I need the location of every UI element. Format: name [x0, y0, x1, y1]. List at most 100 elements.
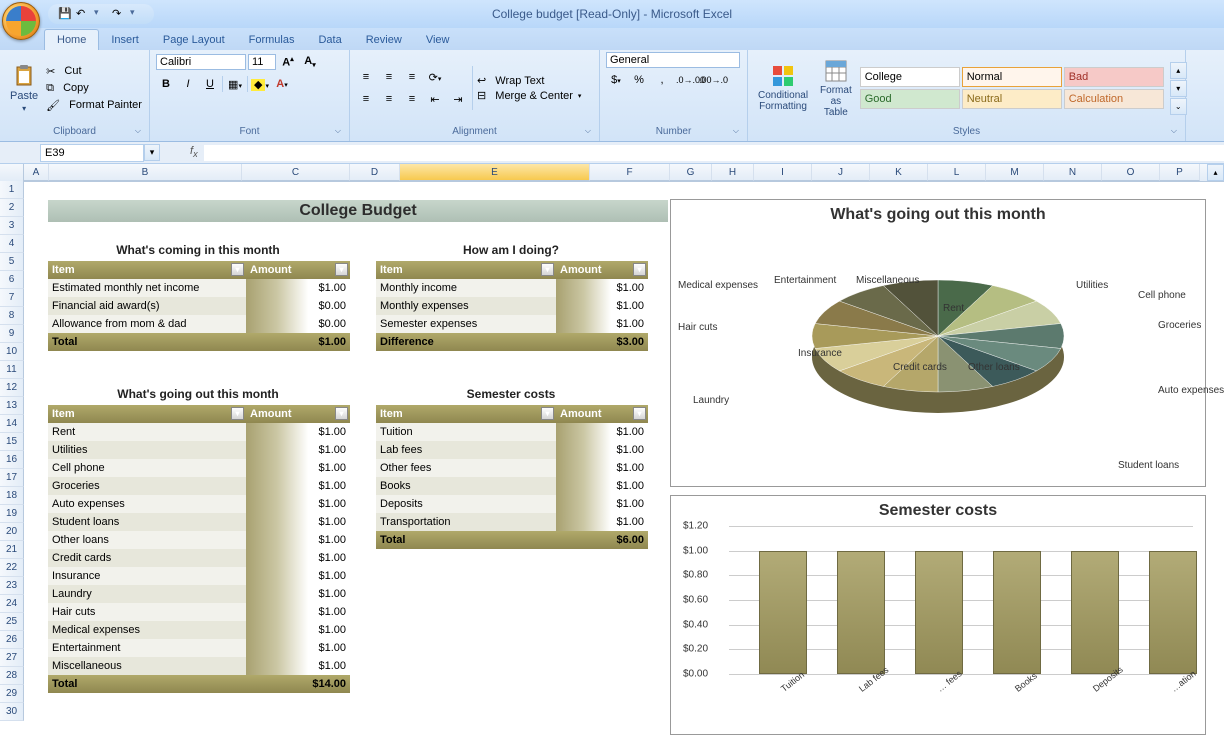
- align-top-button[interactable]: ≡: [356, 67, 376, 87]
- tab-insert[interactable]: Insert: [99, 30, 151, 50]
- row-header-11[interactable]: 11: [0, 361, 24, 379]
- table-cell-amount[interactable]: $1.00: [246, 621, 350, 639]
- table-cell-amount[interactable]: $1.00: [246, 639, 350, 657]
- style-calculation[interactable]: Calculation: [1064, 89, 1164, 109]
- font-color-button[interactable]: A▾: [272, 74, 292, 94]
- cell-styles-gallery[interactable]: CollegeNormalBadGoodNeutralCalculation: [860, 67, 1164, 109]
- tab-view[interactable]: View: [414, 30, 462, 50]
- table-cell-amount[interactable]: $1.00: [556, 459, 648, 477]
- table-cell-amount[interactable]: $1.00: [556, 513, 648, 531]
- table-cell[interactable]: Monthly expenses: [376, 297, 556, 315]
- col-header-B[interactable]: B: [49, 164, 242, 181]
- tab-home[interactable]: Home: [44, 29, 99, 50]
- total-amount[interactable]: $3.00: [556, 333, 648, 351]
- table-cell[interactable]: Books: [376, 477, 556, 495]
- row-header-9[interactable]: 9: [0, 325, 24, 343]
- table-cell[interactable]: Other loans: [48, 531, 246, 549]
- table-cell-amount[interactable]: $1.00: [246, 585, 350, 603]
- decrease-indent-button[interactable]: ⇤: [425, 89, 445, 109]
- row-header-16[interactable]: 16: [0, 451, 24, 469]
- table-cell-amount[interactable]: $1.00: [556, 477, 648, 495]
- row-header-25[interactable]: 25: [0, 613, 24, 631]
- align-bottom-button[interactable]: ≡: [402, 67, 422, 87]
- row-header-19[interactable]: 19: [0, 505, 24, 523]
- col-header-amount[interactable]: Amount▾: [246, 405, 350, 423]
- table-cell-amount[interactable]: $1.00: [246, 279, 350, 297]
- tab-formulas[interactable]: Formulas: [237, 30, 307, 50]
- col-header-item[interactable]: Item▾: [376, 405, 556, 423]
- tab-page-layout[interactable]: Page Layout: [151, 30, 237, 50]
- row-header-18[interactable]: 18: [0, 487, 24, 505]
- grow-font-button[interactable]: A▴: [278, 52, 298, 72]
- table-cell[interactable]: Medical expenses: [48, 621, 246, 639]
- conditional-formatting-button[interactable]: Conditional Formatting: [754, 62, 812, 114]
- col-header-D[interactable]: D: [350, 164, 400, 181]
- name-box[interactable]: [40, 144, 144, 162]
- total-label[interactable]: Total: [48, 675, 246, 693]
- table-cell[interactable]: Student loans: [48, 513, 246, 531]
- filter-dropdown-icon[interactable]: ▾: [541, 407, 554, 420]
- qat-customize[interactable]: ▾: [130, 7, 144, 21]
- table-cell[interactable]: Financial aid award(s): [48, 297, 246, 315]
- row-header-26[interactable]: 26: [0, 631, 24, 649]
- formula-input[interactable]: [204, 145, 1224, 161]
- table-cell[interactable]: Miscellaneous: [48, 657, 246, 675]
- table-cell-amount[interactable]: $1.00: [246, 459, 350, 477]
- table-cell-amount[interactable]: $1.00: [556, 441, 648, 459]
- row-header-4[interactable]: 4: [0, 235, 24, 253]
- col-header-K[interactable]: K: [870, 164, 928, 181]
- table-cell[interactable]: Transportation: [376, 513, 556, 531]
- name-box-dropdown[interactable]: ▾: [144, 144, 160, 161]
- shrink-font-button[interactable]: A▾: [300, 52, 320, 72]
- col-header-G[interactable]: G: [670, 164, 712, 181]
- undo-icon[interactable]: ↶: [76, 7, 90, 21]
- table-cell[interactable]: Monthly income: [376, 279, 556, 297]
- cut-button[interactable]: ✂ Cut: [46, 65, 142, 78]
- row-header-21[interactable]: 21: [0, 541, 24, 559]
- total-amount[interactable]: $6.00: [556, 531, 648, 549]
- style-college[interactable]: College: [860, 67, 960, 87]
- vertical-scrollbar[interactable]: ▴: [1207, 164, 1224, 181]
- table-cell[interactable]: Laundry: [48, 585, 246, 603]
- table-cell-amount[interactable]: $1.00: [556, 297, 648, 315]
- row-header-27[interactable]: 27: [0, 649, 24, 667]
- align-center-button[interactable]: ≡: [379, 89, 399, 109]
- styles-scroll-up[interactable]: ▴: [1170, 62, 1187, 79]
- table-cell-amount[interactable]: $1.00: [246, 603, 350, 621]
- bold-button[interactable]: B: [156, 74, 176, 94]
- chart-pie[interactable]: What's going out this month Medical expe…: [670, 199, 1206, 487]
- table-cell-amount[interactable]: $1.00: [556, 423, 648, 441]
- col-header-E[interactable]: E: [400, 164, 590, 181]
- undo-dropdown[interactable]: ▾: [94, 7, 108, 21]
- filter-dropdown-icon[interactable]: ▾: [231, 263, 244, 276]
- total-label[interactable]: Total: [48, 333, 246, 351]
- orientation-button[interactable]: ⟳▾: [425, 67, 445, 87]
- table-cell[interactable]: Other fees: [376, 459, 556, 477]
- table-cell[interactable]: Auto expenses: [48, 495, 246, 513]
- row-header-10[interactable]: 10: [0, 343, 24, 361]
- row-header-17[interactable]: 17: [0, 469, 24, 487]
- format-as-table-button[interactable]: Format as Table: [816, 57, 856, 120]
- table-cell-amount[interactable]: $0.00: [246, 297, 350, 315]
- comma-button[interactable]: ,: [652, 70, 672, 90]
- table-cell[interactable]: Cell phone: [48, 459, 246, 477]
- table-cell[interactable]: Estimated monthly net income: [48, 279, 246, 297]
- col-header-item[interactable]: Item▾: [376, 261, 556, 279]
- col-header-L[interactable]: L: [928, 164, 986, 181]
- filter-dropdown-icon[interactable]: ▾: [633, 407, 646, 420]
- table-cell[interactable]: Credit cards: [48, 549, 246, 567]
- italic-button[interactable]: I: [178, 74, 198, 94]
- row-header-3[interactable]: 3: [0, 217, 24, 235]
- row-header-14[interactable]: 14: [0, 415, 24, 433]
- total-amount[interactable]: $1.00: [246, 333, 350, 351]
- style-good[interactable]: Good: [860, 89, 960, 109]
- paste-dropdown-icon[interactable]: ▾: [22, 104, 26, 113]
- worksheet[interactable]: ABCDEFGHIJKLMNOP 12345678910111213141516…: [0, 164, 1224, 750]
- row-header-5[interactable]: 5: [0, 253, 24, 271]
- number-format-select[interactable]: [606, 52, 740, 68]
- decrease-decimal-button[interactable]: .00→.0: [698, 70, 718, 90]
- underline-button[interactable]: U: [200, 74, 220, 94]
- col-header-amount[interactable]: Amount▾: [556, 261, 648, 279]
- scroll-up-button[interactable]: ▴: [1207, 164, 1224, 181]
- total-label[interactable]: Total: [376, 531, 556, 549]
